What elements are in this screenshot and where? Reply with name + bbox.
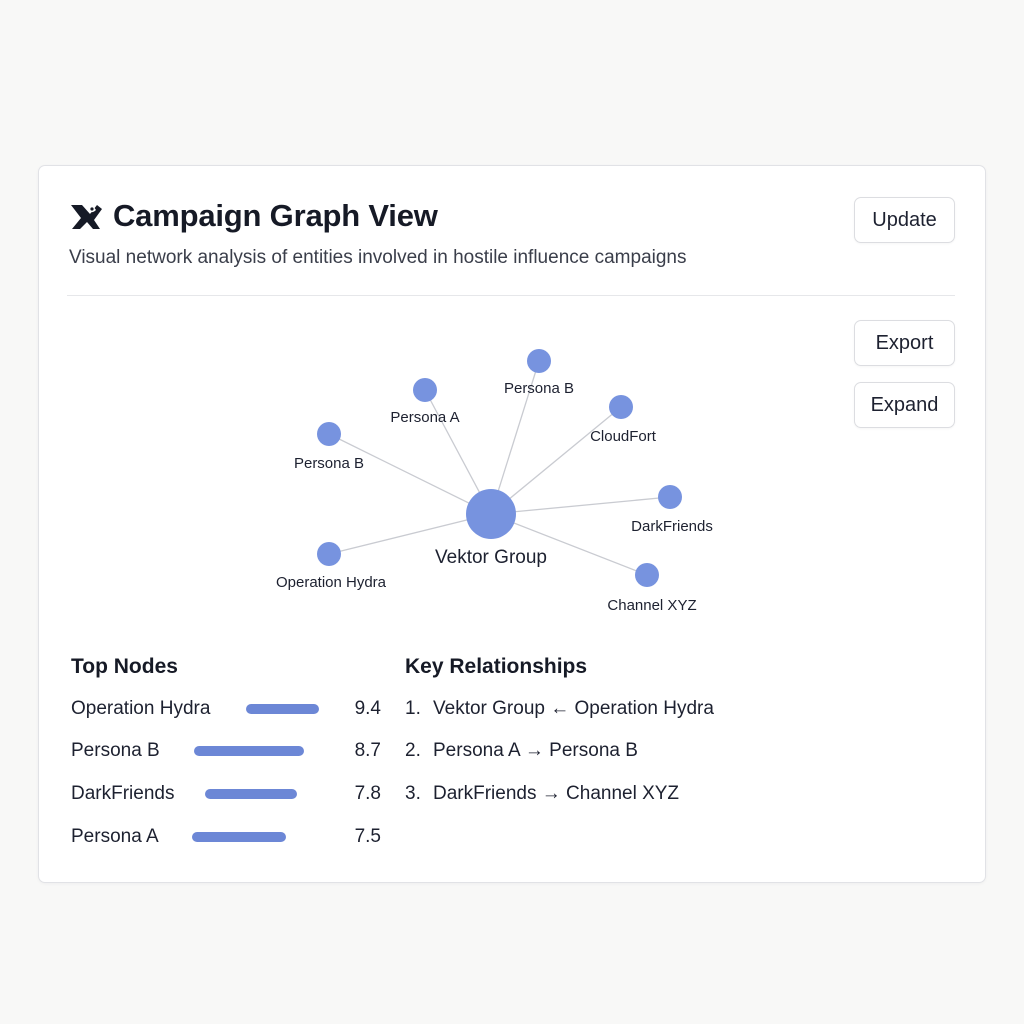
key-relationship-number: 3. [405,783,421,804]
graph-node[interactable] [317,422,341,446]
top-node-score-bar [246,704,319,714]
key-relationship-item[interactable]: 2. Persona A → Persona B [405,738,638,764]
graph-edge [490,406,622,515]
graph-node-label: Channel XYZ [607,597,696,614]
graph-node[interactable] [609,395,633,419]
top-node-score: 7.5 [354,826,381,847]
key-relationship-text: DarkFriends → Channel XYZ [433,783,680,804]
top-node-score: 7.8 [354,783,381,804]
graph-node-label: Vektor Group [435,547,547,568]
key-relationship-text: Persona A → Persona B [433,740,638,761]
graph-node[interactable] [658,485,682,509]
top-node-name: Operation Hydra [71,698,211,719]
top-node-name: DarkFriends [71,783,175,804]
graph-node-label: Persona B [294,455,364,472]
key-relationship-item[interactable]: 1. Vektor Group ← Operation Hydra [405,696,714,722]
graph-node-label: Operation Hydra [276,574,387,591]
top-node-row[interactable]: Persona B 8.7 [71,738,381,764]
graph-edge [490,496,671,515]
top-node-score-bar [205,789,297,799]
top-node-name: Persona A [71,826,159,847]
key-relationship-text: Vektor Group ← Operation Hydra [433,698,714,719]
campaign-graph-card: Campaign Graph View Visual network analy… [38,165,986,883]
graph-node-label: Persona B [504,380,574,397]
graph-node[interactable] [317,542,341,566]
graph-node-label: CloudFort [590,428,657,445]
graph-node[interactable] [527,349,551,373]
graph-edge [328,433,492,515]
network-graph[interactable]: Vektor Group Persona A Persona B CloudFo… [39,166,987,884]
top-node-score: 9.4 [354,698,381,719]
key-relationship-number: 1. [405,698,421,719]
key-relationship-item[interactable]: 3. DarkFriends → Channel XYZ [405,781,679,807]
graph-node[interactable] [635,563,659,587]
graph-node-center[interactable] [466,489,516,539]
graph-node[interactable] [413,378,437,402]
top-node-name: Persona B [71,740,160,761]
top-node-row[interactable]: Operation Hydra 9.4 [71,696,381,722]
top-node-score-bar [194,746,304,756]
top-node-row[interactable]: DarkFriends 7.8 [71,781,381,807]
graph-node-label: Persona A [390,409,459,426]
key-relationship-number: 2. [405,740,421,761]
top-node-row[interactable]: Persona A 7.5 [71,824,381,850]
key-relationships-title: Key Relationships [405,655,588,678]
top-node-score: 8.7 [354,740,381,761]
top-nodes-title: Top Nodes [71,655,178,678]
graph-node-label: DarkFriends [631,518,713,535]
top-node-score-bar [192,832,286,842]
